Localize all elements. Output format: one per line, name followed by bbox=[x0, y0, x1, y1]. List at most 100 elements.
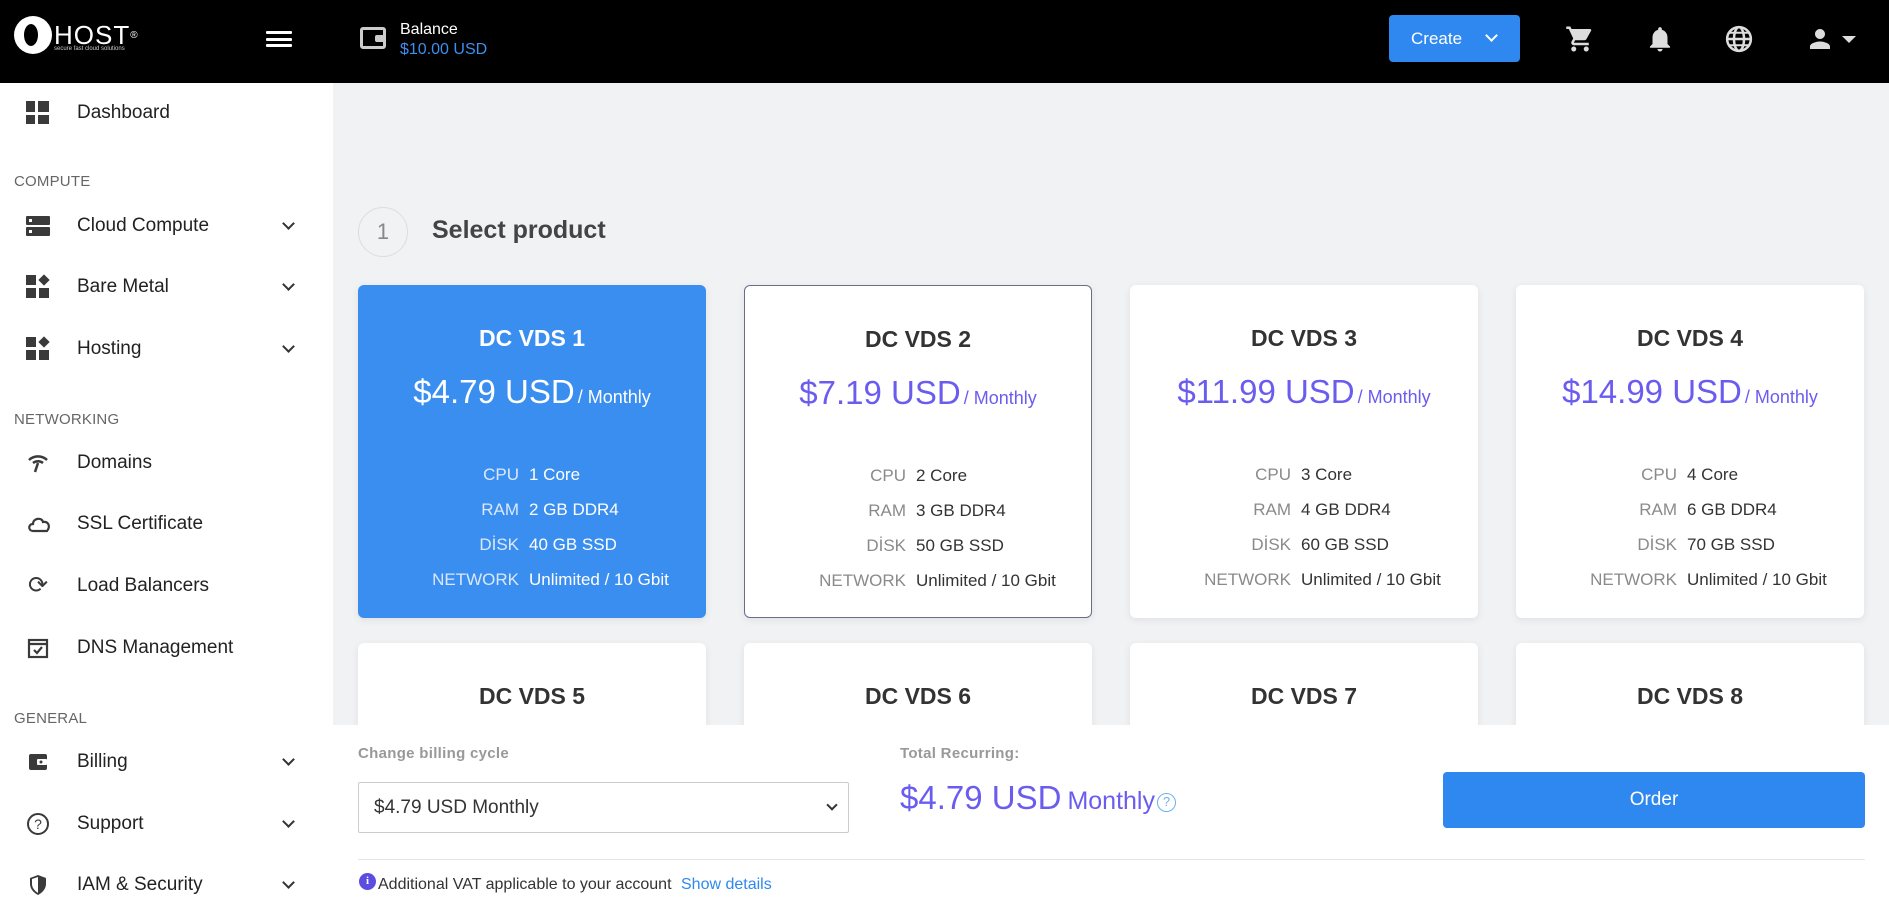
spec-label: NETWORK bbox=[1204, 570, 1291, 589]
create-button-label: Create bbox=[1411, 28, 1463, 48]
spec-row-ram: RAM 6 GB DDR4 bbox=[1516, 500, 1864, 535]
sidebar-item-support[interactable]: ? Support bbox=[0, 801, 333, 847]
product-price-amount: $4.79 USD bbox=[413, 373, 575, 410]
spec-row-disk: DİSK 40 GB SSD bbox=[358, 535, 706, 570]
spec-row-network: NETWORK Unlimited / 10 Gbit bbox=[1516, 570, 1864, 605]
product-specs: CPU 2 Core RAM 3 GB DDR4 DİSK 50 GB SSD NET… bbox=[745, 466, 1091, 606]
billing-cycle-label: Change billing cycle bbox=[358, 745, 510, 762]
sidebar-item-dns-management[interactable]: DNS Management bbox=[0, 625, 333, 671]
antenna-icon bbox=[26, 451, 50, 475]
spec-label: CPU bbox=[1641, 465, 1677, 484]
sidebar-item-dashboard[interactable]: Dashboard bbox=[0, 90, 333, 136]
billing-bar: Change billing cycle $4.79 USD Monthly T… bbox=[333, 725, 1889, 917]
section-label-compute: COMPUTE bbox=[14, 173, 91, 190]
create-button[interactable]: Create bbox=[1389, 15, 1520, 62]
spec-value: 1 Core bbox=[529, 465, 581, 484]
spec-label: CPU bbox=[483, 465, 519, 484]
sidebar-item-label: Cloud Compute bbox=[77, 215, 210, 236]
sidebar-item-label: Dashboard bbox=[77, 102, 170, 123]
product-name: DC VDS 7 bbox=[1250, 683, 1358, 709]
billing-cycle-select[interactable]: $4.79 USD Monthly bbox=[358, 782, 849, 833]
sidebar-item-billing[interactable]: Billing bbox=[0, 739, 333, 785]
cloud-icon bbox=[26, 512, 50, 536]
spec-label: RAM bbox=[868, 501, 906, 520]
bell-icon[interactable] bbox=[1645, 24, 1675, 54]
sidebar-item-iam-security[interactable]: IAM & Security bbox=[0, 862, 333, 908]
spec-label: DİSK bbox=[479, 535, 519, 554]
product-name: DC VDS 2 bbox=[864, 326, 972, 352]
server-icon bbox=[26, 214, 50, 238]
spec-value: 4 GB DDR4 bbox=[1301, 500, 1391, 519]
spec-row-network: NETWORK Unlimited / 10 Gbit bbox=[1130, 570, 1478, 605]
globe-icon[interactable] bbox=[1724, 24, 1754, 54]
chevron-down-icon bbox=[282, 876, 295, 889]
user-icon[interactable] bbox=[1805, 24, 1835, 54]
product-card-dc-vds-1[interactable]: DC VDS 1 $4.79 USD / Monthly CPU 1 Core RA… bbox=[358, 285, 706, 618]
spec-value: Unlimited / 10 Gbit bbox=[529, 570, 669, 589]
spec-value: Unlimited / 10 Gbit bbox=[1687, 570, 1827, 589]
product-card-dc-vds-7[interactable]: DC VDS 7 bbox=[1130, 643, 1478, 733]
product-price-amount: $14.99 USD bbox=[1562, 373, 1742, 410]
spec-value: 70 GB SSD bbox=[1687, 535, 1775, 554]
user-menu-caret-icon[interactable] bbox=[1842, 36, 1856, 43]
product-name: DC VDS 1 bbox=[478, 325, 586, 351]
chevron-down-icon bbox=[282, 217, 295, 230]
sidebar-item-hosting[interactable]: Hosting bbox=[0, 326, 333, 372]
sidebar-item-ssl-certificate[interactable]: SSL Certificate bbox=[0, 501, 333, 547]
product-card-dc-vds-8[interactable]: DC VDS 8 bbox=[1516, 643, 1864, 733]
sidebar-item-label: Billing bbox=[77, 751, 128, 772]
product-card-dc-vds-2[interactable]: DC VDS 2 $7.19 USD / Monthly CPU 2 Core RA… bbox=[744, 285, 1092, 618]
product-price-period: / Monthly bbox=[1744, 387, 1818, 407]
spec-row-disk: DİSK 50 GB SSD bbox=[745, 536, 1091, 571]
product-card-dc-vds-5[interactable]: DC VDS 5 bbox=[358, 643, 706, 733]
product-specs: CPU 1 Core RAM 2 GB DDR4 DİSK 40 GB SSD NET… bbox=[358, 465, 706, 605]
spec-value: 40 GB SSD bbox=[529, 535, 617, 554]
balance-value: $10.00 USD bbox=[400, 41, 488, 58]
product-name: DC VDS 3 bbox=[1250, 325, 1358, 351]
sidebar-item-load-balancers[interactable]: ⟳ Load Balancers bbox=[0, 563, 333, 609]
product-name: DC VDS 5 bbox=[478, 683, 586, 709]
chevron-down-icon bbox=[282, 278, 295, 291]
show-details-link[interactable]: Show details bbox=[681, 876, 772, 894]
chevron-down-icon bbox=[1485, 29, 1498, 42]
top-bar: HOST ® secure fast cloud solutions Balanc… bbox=[0, 0, 1889, 83]
wallet-icon bbox=[26, 750, 50, 774]
sidebar-item-label: IAM & Security bbox=[77, 874, 203, 895]
spec-label: RAM bbox=[1639, 500, 1677, 519]
product-price: $14.99 USD / Monthly bbox=[1516, 373, 1864, 411]
widgets-icon bbox=[26, 274, 50, 299]
sidebar-item-label: Load Balancers bbox=[77, 575, 210, 596]
spec-label: RAM bbox=[1253, 500, 1291, 519]
sidebar-item-domains[interactable]: Domains bbox=[0, 440, 333, 486]
billing-cycle-value: $4.79 USD Monthly bbox=[374, 797, 539, 818]
spec-row-cpu: CPU 2 Core bbox=[745, 466, 1091, 501]
spec-label: CPU bbox=[870, 466, 906, 485]
spec-row-ram: RAM 4 GB DDR4 bbox=[1130, 500, 1478, 535]
menu-icon[interactable] bbox=[266, 28, 292, 50]
spec-label: DİSK bbox=[866, 536, 906, 555]
product-card-dc-vds-3[interactable]: DC VDS 3 $11.99 USD / Monthly CPU 3 Core R… bbox=[1130, 285, 1478, 618]
vat-notice: Additional VAT applicable to your accoun… bbox=[378, 876, 672, 893]
sidebar-item-bare-metal[interactable]: Bare Metal bbox=[0, 264, 333, 310]
total-amount: $4.79 USD bbox=[900, 779, 1062, 816]
product-card-dc-vds-6[interactable]: DC VDS 6 bbox=[744, 643, 1092, 733]
sidebar-item-cloud-compute[interactable]: Cloud Compute bbox=[0, 203, 333, 249]
cart-icon[interactable] bbox=[1565, 24, 1595, 54]
order-button[interactable]: Order bbox=[1443, 772, 1865, 828]
spec-value: Unlimited / 10 Gbit bbox=[916, 571, 1056, 590]
product-specs: CPU 4 Core RAM 6 GB DDR4 DİSK 70 GB SSD NET… bbox=[1516, 465, 1864, 605]
sidebar: Dashboard COMPUTE Cloud Compute Bare Met… bbox=[0, 83, 333, 917]
help-icon[interactable]: ? bbox=[1156, 793, 1176, 812]
step-number: 1 bbox=[358, 207, 408, 257]
product-price-period: / Monthly bbox=[963, 388, 1037, 408]
product-card-dc-vds-4[interactable]: DC VDS 4 $14.99 USD / Monthly CPU 4 Core R… bbox=[1516, 285, 1864, 618]
logo-mark-icon bbox=[14, 16, 52, 54]
host-logo[interactable]: HOST ® secure fast cloud solutions bbox=[14, 16, 138, 54]
spec-row-disk: DİSK 60 GB SSD bbox=[1130, 535, 1478, 570]
balance-label: Balance bbox=[400, 21, 458, 38]
sidebar-item-label: Domains bbox=[77, 452, 152, 473]
help-circle-icon: ? bbox=[26, 812, 50, 836]
wallet-icon bbox=[360, 27, 386, 49]
product-price: $7.19 USD / Monthly bbox=[745, 374, 1091, 412]
spec-value: Unlimited / 10 Gbit bbox=[1301, 570, 1441, 589]
